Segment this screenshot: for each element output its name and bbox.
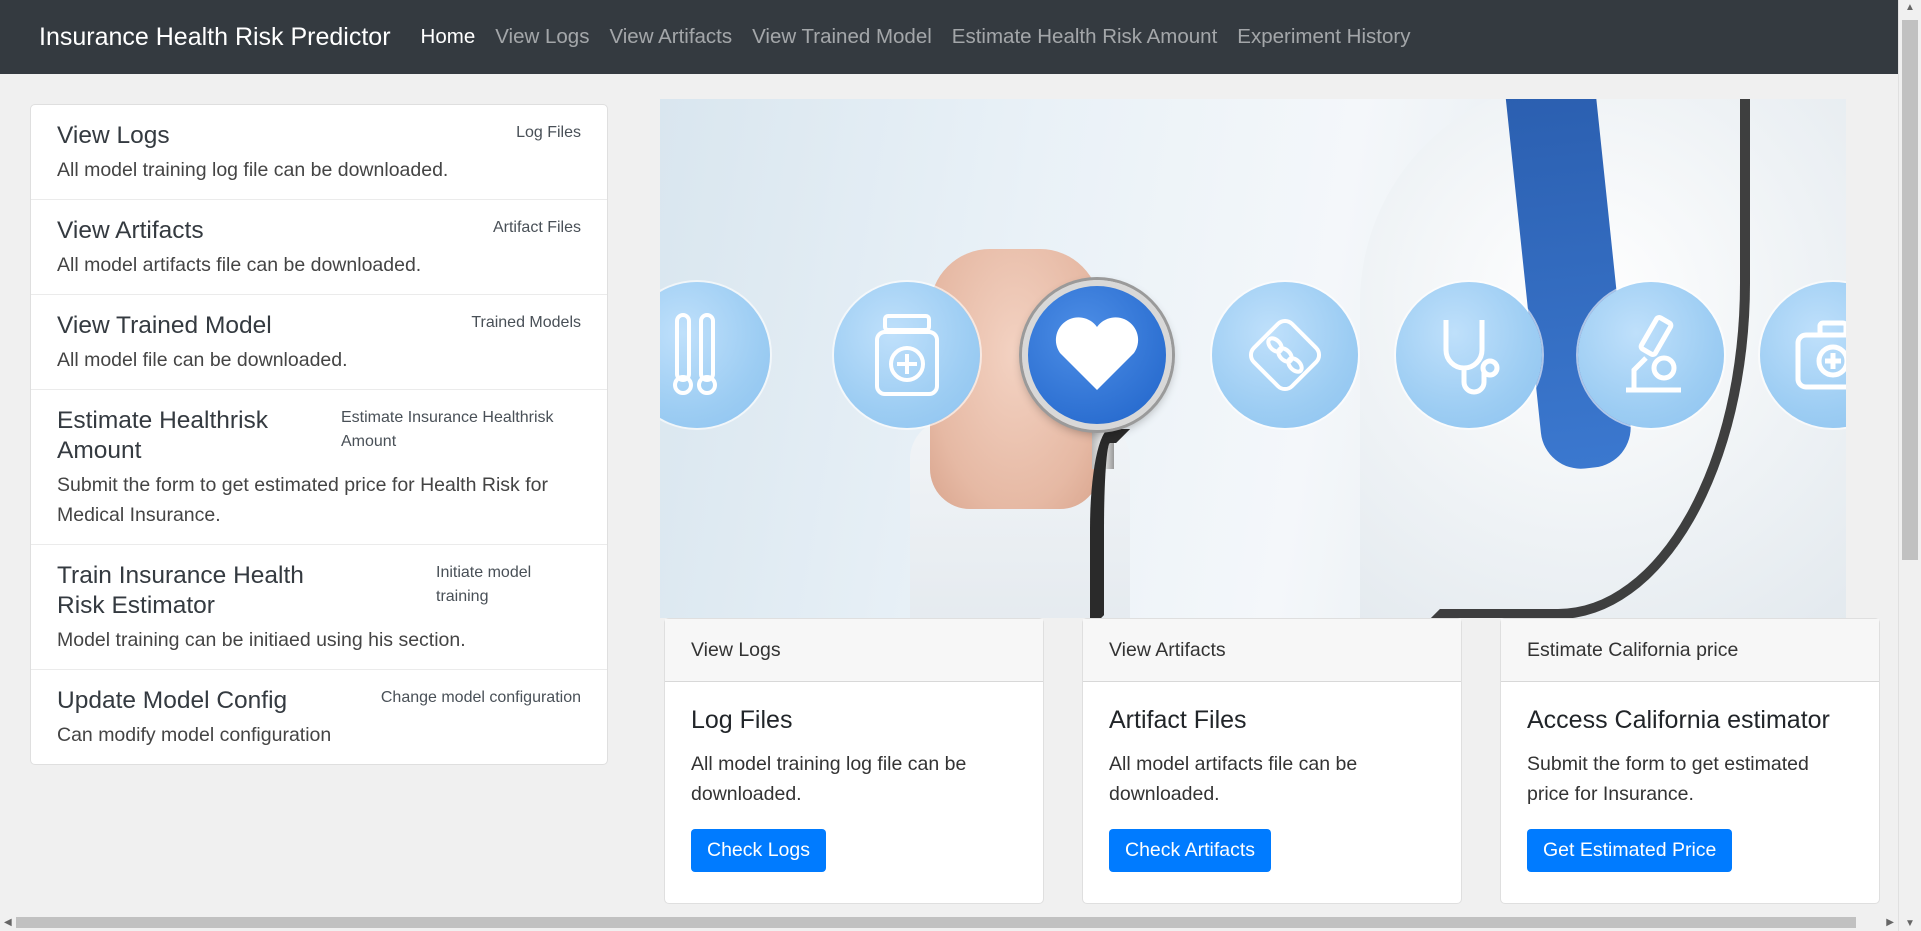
horizontal-scrollbar[interactable]: ◀ ▶ [0, 914, 1898, 931]
nav-estimate-health-risk[interactable]: Estimate Health Risk Amount [952, 25, 1217, 49]
nav-home[interactable]: Home [421, 25, 476, 49]
scroll-down-icon[interactable]: ▼ [1905, 918, 1915, 929]
scroll-right-icon[interactable]: ▶ [1886, 917, 1894, 928]
list-item-update-config[interactable]: Update Model Config Change model configu… [31, 670, 607, 764]
heart-icon [1022, 280, 1172, 430]
list-item-view-artifacts[interactable]: View Artifacts Artifact Files All model … [31, 200, 607, 295]
list-item-title: Update Model Config [57, 687, 288, 714]
nav-view-artifacts[interactable]: View Artifacts [609, 25, 732, 49]
horizontal-scroll-thumb[interactable] [16, 917, 1856, 928]
list-item-desc: Model training can be initiaed using his… [57, 629, 466, 651]
check-artifacts-button[interactable]: Check Artifacts [1109, 829, 1272, 872]
list-item-desc: All model training log file can be downl… [57, 159, 449, 181]
feature-list: View Logs Log Files All model training l… [30, 104, 608, 765]
nav-view-logs[interactable]: View Logs [495, 25, 589, 49]
check-logs-button[interactable]: Check Logs [691, 829, 826, 872]
list-item-desc: All model artifacts file can be download… [57, 254, 422, 276]
nav-view-trained-model[interactable]: View Trained Model [752, 25, 932, 49]
hero-image [660, 99, 1846, 618]
microscope-icon [1578, 282, 1724, 428]
list-item-title: View Trained Model [57, 312, 272, 339]
card-header: View Logs [665, 619, 1043, 682]
card-estimate-price: Estimate California price Access Califor… [1500, 618, 1880, 904]
medicine-bottle-icon [834, 282, 980, 428]
scroll-left-icon[interactable]: ◀ [4, 917, 12, 928]
card-header: View Artifacts [1083, 619, 1461, 682]
list-item-desc: Can modify model configuration [57, 724, 332, 746]
card-title: Artifact Files [1109, 706, 1247, 734]
card-header: Estimate California price [1501, 619, 1879, 682]
list-item-badge: Estimate Insurance Healthrisk Amount [341, 409, 554, 450]
vertical-scrollbar[interactable]: ▲ ▼ [1898, 0, 1921, 931]
list-item-badge: Log Files [516, 124, 581, 141]
brand-link[interactable]: Insurance Health Risk Predictor [39, 23, 391, 52]
card-text: All model artifacts file can be download… [1109, 753, 1358, 805]
list-item-title: View Artifacts [57, 217, 204, 244]
card-title: Log Files [691, 706, 793, 734]
card-text: All model training log file can be downl… [691, 753, 967, 805]
scroll-up-icon[interactable]: ▲ [1905, 2, 1915, 13]
nav-experiment-history[interactable]: Experiment History [1237, 25, 1410, 49]
card-view-logs: View Logs Log Files All model training l… [664, 618, 1044, 904]
get-estimated-price-button[interactable]: Get Estimated Price [1527, 829, 1733, 872]
card-text: Submit the form to get estimated price f… [1527, 753, 1809, 805]
pills-icon [1212, 282, 1358, 428]
list-item-badge: Trained Models [471, 314, 581, 331]
thermometer-icon [660, 282, 770, 428]
list-item-train-estimator[interactable]: Train Insurance Health Risk Estimator In… [31, 545, 607, 670]
stethoscope-icon [1396, 282, 1542, 428]
list-item-desc: Submit the form to get estimated price f… [57, 474, 548, 526]
list-item-badge: Initiate model training [436, 564, 532, 605]
list-item-view-logs[interactable]: View Logs Log Files All model training l… [31, 105, 607, 200]
list-item-badge: Artifact Files [492, 219, 581, 236]
list-item-title: Train Insurance Health Risk Estimator [57, 562, 304, 619]
vertical-scroll-thumb[interactable] [1902, 20, 1918, 560]
list-item-title: Estimate Healthrisk Amount [57, 407, 269, 464]
list-item-title: View Logs [57, 122, 170, 149]
top-navbar: Insurance Health Risk Predictor Home Vie… [0, 0, 1898, 74]
card-view-artifacts: View Artifacts Artifact Files All model … [1082, 618, 1462, 904]
list-item-badge: Change model configuration [380, 689, 581, 706]
list-item-estimate-healthrisk[interactable]: Estimate Healthrisk Amount Estimate Insu… [31, 390, 607, 545]
stethoscope-tube-lower [1090, 429, 1130, 618]
list-item-view-trained-model[interactable]: View Trained Model Trained Models All mo… [31, 295, 607, 390]
card-title: Access California estimator [1527, 706, 1830, 734]
list-item-desc: All model file can be downloaded. [57, 349, 348, 371]
